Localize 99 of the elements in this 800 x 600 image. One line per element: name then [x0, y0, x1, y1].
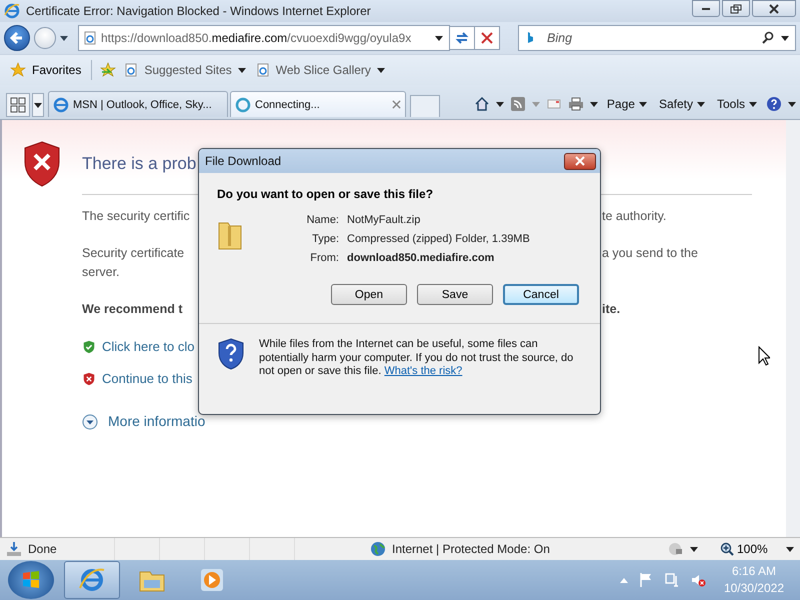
field-value: NotMyFault.zip — [347, 213, 420, 228]
favorites-button[interactable]: Favorites — [8, 62, 84, 78]
help-icon[interactable] — [766, 96, 782, 112]
home-icon[interactable] — [474, 96, 490, 112]
command-menu[interactable]: Safety — [656, 97, 708, 111]
search-box[interactable]: Bing — [518, 25, 796, 51]
dropdown-arrow-icon[interactable] — [786, 546, 794, 552]
restore-icon — [730, 4, 742, 14]
search-field[interactable]: Bing — [545, 30, 755, 46]
security-shield-icon — [217, 338, 245, 370]
dropdown-arrow-icon — [376, 68, 385, 72]
windows-logo-icon — [21, 570, 41, 590]
page-icon — [256, 63, 270, 77]
error-text: We recommend t — [82, 301, 182, 318]
dropdown-arrow-icon — [749, 102, 757, 106]
browser-logo-icon — [53, 96, 69, 112]
window-title: Certificate Error: Navigation Blocked - Windows Internet Explorer — [26, 4, 372, 18]
field-value: download850.mediafire.com — [347, 251, 494, 266]
taskbar-app-button[interactable] — [64, 561, 120, 599]
browser-logo-icon — [78, 566, 106, 594]
address-bar[interactable]: https://download850.mediafire.com/cvuoexdi9wgg/oyula9x — [78, 25, 450, 51]
security-zone-text: Internet | Protected Mode: On — [392, 542, 551, 556]
expand-icon[interactable] — [82, 414, 98, 430]
error-text: The security certific — [82, 208, 190, 225]
field-value: Compressed (zipped) Folder, 1.39MB — [347, 232, 530, 247]
risk-link[interactable]: What's the risk? — [384, 365, 462, 377]
dialog-button[interactable]: Cancel — [503, 284, 579, 305]
dropdown-arrow-icon — [238, 68, 246, 72]
browser-tab[interactable]: MSN | Outlook, Office, Sky... — [48, 91, 228, 117]
minimize-button[interactable] — [692, 0, 720, 17]
dropdown-arrow-icon[interactable] — [788, 102, 796, 106]
restore-button[interactable] — [722, 0, 750, 17]
minimize-icon — [702, 8, 710, 10]
dropdown-arrow-icon[interactable] — [60, 36, 68, 40]
command-menu[interactable]: Page — [604, 97, 650, 111]
url-text: https://download850.mediafire.com/cvuoexdi9wgg/oyula9x — [101, 31, 412, 45]
dropdown-arrow-icon[interactable] — [781, 36, 789, 40]
page-icon — [83, 31, 97, 45]
dialog-button[interactable]: Save — [417, 284, 493, 305]
warning-text: While files from the Internet can be useful, some files can potentially harm your computer. If you do not trust the source, do not open or save this file. What's the risk? — [259, 338, 574, 378]
error-shield-icon — [22, 140, 62, 188]
error-text: te authority. — [602, 208, 668, 225]
page-icon — [124, 63, 138, 77]
close-icon — [768, 4, 780, 14]
globe-icon — [370, 541, 386, 557]
refresh-button[interactable] — [449, 26, 475, 50]
error-text: a you send to the — [602, 245, 699, 262]
dropdown-arrow-icon[interactable] — [496, 102, 504, 106]
favorites-link[interactable]: Web Slice Gallery — [254, 63, 387, 77]
browser-tab[interactable]: Connecting... — [230, 91, 406, 117]
command-menu[interactable]: Tools — [714, 97, 760, 111]
add-favorite-icon[interactable] — [100, 62, 116, 78]
check-shield-icon — [82, 340, 96, 354]
error-text: Security certificate — [82, 245, 184, 262]
star-icon — [10, 62, 26, 78]
muted-speaker-icon[interactable] — [690, 572, 706, 588]
browser-logo-icon — [4, 3, 20, 19]
page-link[interactable]: More informatio — [108, 412, 206, 431]
close-icon — [574, 156, 586, 166]
search-icon[interactable] — [761, 31, 775, 45]
printer-icon[interactable] — [568, 96, 584, 112]
tab-list-button[interactable] — [32, 93, 44, 117]
page-link[interactable]: Continue to this — [102, 369, 192, 388]
dropdown-arrow-icon — [696, 102, 705, 106]
page-link[interactable]: Click here to clo — [102, 337, 194, 356]
error-text: ite. — [602, 301, 622, 318]
dialog-question: Do you want to open or save this file? — [217, 187, 434, 201]
stop-button[interactable] — [474, 26, 500, 50]
error-heading: There is a prob — [82, 154, 196, 174]
mouse-pointer-icon — [758, 346, 770, 366]
dropdown-arrow-icon[interactable] — [590, 102, 598, 106]
refresh-icon — [454, 30, 470, 46]
field-label: Type: — [311, 232, 340, 247]
media-player-icon — [198, 566, 226, 594]
dialog-title: File Download — [205, 154, 282, 168]
zoom-button[interactable]: 100% — [720, 542, 780, 556]
download-icon — [6, 541, 22, 557]
zoom-icon — [720, 542, 734, 556]
dialog-button[interactable]: Open — [331, 284, 407, 305]
dropdown-arrow-icon — [638, 102, 647, 106]
grid-icon — [10, 97, 26, 113]
loading-icon — [235, 96, 251, 112]
back-button[interactable] — [4, 25, 30, 51]
favorites-link[interactable]: Suggested Sites — [122, 63, 248, 77]
field-label: Name: — [306, 213, 340, 228]
close-button[interactable] — [752, 0, 796, 17]
dropdown-arrow-icon[interactable] — [690, 546, 698, 552]
feed-icon[interactable] — [510, 96, 526, 112]
stop-icon — [481, 32, 493, 44]
error-text: server. — [82, 264, 120, 281]
dropdown-arrow-icon[interactable] — [435, 36, 443, 40]
error-shield-icon — [82, 372, 96, 386]
dropdown-arrow-icon — [34, 102, 42, 108]
close-button[interactable] — [564, 152, 596, 170]
status-text: Done — [28, 542, 58, 556]
close-icon[interactable] — [392, 100, 401, 109]
start-button[interactable] — [8, 561, 54, 599]
quick-tabs-button[interactable] — [6, 93, 30, 117]
field-label: From: — [309, 251, 340, 266]
